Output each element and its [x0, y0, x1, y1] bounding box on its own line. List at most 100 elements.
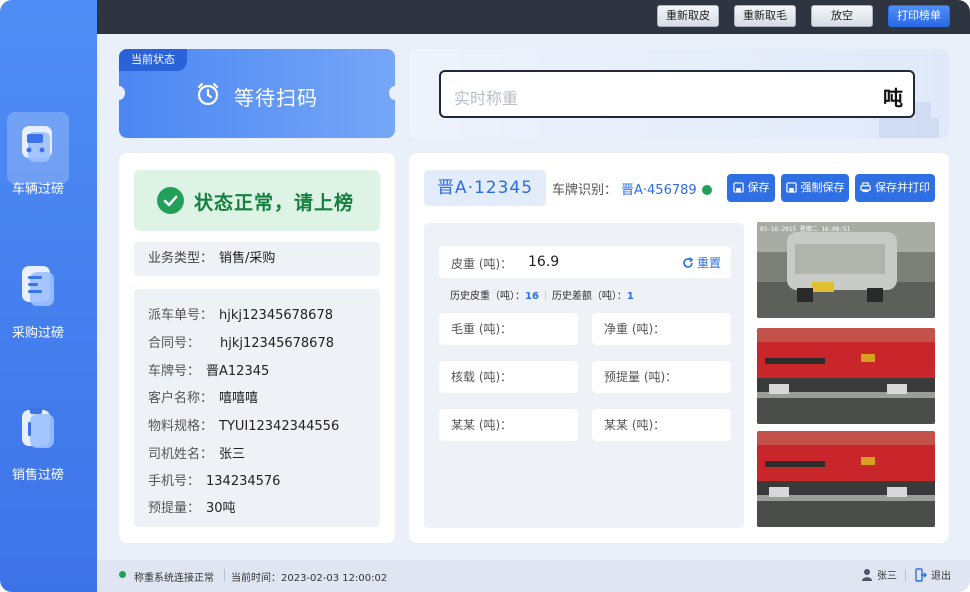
document-icon — [22, 266, 54, 306]
order-info-panel: 状态正常，请上榜 业务类型： 销售/采购 派车单号： hjkj12345678678… — [119, 153, 395, 543]
info-label: 车牌号： — [148, 364, 201, 379]
history-tare-label: 历史皮重（吨）： — [450, 291, 525, 302]
info-label: 司机姓名： — [148, 447, 214, 462]
retake-tare-button[interactable]: 重新取皮 — [657, 5, 719, 27]
print-ticket-button[interactable]: 打印榜单 — [888, 5, 950, 27]
connection-status-text: 称重系统连接正常 — [134, 573, 214, 584]
divider — [224, 569, 225, 581]
divider — [905, 569, 906, 581]
custom-field-2[interactable]: 某某 (吨)： — [592, 409, 731, 441]
logout-button[interactable]: 退出 — [915, 567, 951, 582]
history-diff-label: 历史差额（吨）： — [551, 291, 627, 302]
check-circle-icon — [157, 187, 184, 214]
info-label: 合同号： — [148, 336, 201, 351]
info-label: 派车单号： — [148, 308, 214, 323]
info-value: 张三 — [219, 447, 246, 462]
reset-label: 重置 — [696, 256, 721, 270]
camera-photo-2[interactable] — [757, 328, 935, 424]
info-row-material-spec: 物料规格： TYUI12342344556 — [148, 415, 339, 434]
reserved-amount-field[interactable]: 预提量 (吨)： — [592, 361, 731, 393]
photo-timestamp: 03-16-2015 星期二 16:08:51 — [760, 225, 851, 233]
realtime-weight-card: 实时称重 吨 — [409, 49, 949, 138]
weighing-panel: 晋A·12345 车牌识别： 晋A·456789 保存 强制保存 保存并打印 皮重… — [409, 153, 949, 543]
sidebar-item-vehicle-weighing[interactable]: 车辆过磅 — [0, 112, 97, 222]
info-row-reserved-amount: 预提量： 30吨 — [148, 497, 236, 516]
sidebar-item-sales-weighing[interactable]: 销售过磅 — [0, 404, 97, 514]
info-label: 预提量： — [148, 501, 201, 516]
user-icon — [862, 569, 872, 581]
red-truck-photo — [757, 328, 935, 424]
sidebar-item-label: 车辆过磅 — [11, 182, 64, 197]
retake-gross-button[interactable]: 重新取毛 — [734, 5, 796, 27]
history-row: 历史皮重（吨）：16 历史差额（吨）：1 — [450, 287, 634, 302]
tare-weight-value: 16.9 — [528, 254, 560, 270]
business-type-value: 销售/采购 — [219, 251, 276, 266]
current-time-label: 当前时间： — [231, 573, 281, 584]
logout-icon — [915, 568, 927, 582]
camera-photo-3[interactable] — [757, 431, 935, 527]
history-tare-value: 16 — [525, 291, 539, 302]
business-type-row: 业务类型： 销售/采购 — [134, 242, 380, 276]
status-tag: 当前状态 — [119, 49, 187, 71]
current-user-name: 张三 — [877, 571, 897, 582]
realtime-weight-display: 实时称重 吨 — [439, 70, 915, 118]
status-bar: 称重系统连接正常 当前时间：2023-02-03 12:00:02 张三 退出 — [97, 560, 970, 592]
info-value: hjkj12345678678 — [220, 336, 334, 351]
current-time: 当前时间：2023-02-03 12:00:02 — [231, 569, 387, 584]
force-save-button-label: 强制保存 — [800, 181, 845, 194]
plate-recognition: 车牌识别： 晋A·456789 — [552, 179, 712, 198]
info-label: 物料规格： — [148, 419, 214, 434]
info-value: TYUI12342344556 — [219, 419, 340, 434]
history-diff-value: 1 — [626, 291, 634, 302]
sidebar-item-purchase-weighing[interactable]: 采购过磅 — [0, 260, 97, 370]
logout-label: 退出 — [931, 571, 951, 582]
status-ok-banner: 状态正常，请上榜 — [134, 170, 380, 231]
current-time-value: 2023-02-03 12:00:02 — [281, 573, 388, 584]
save-and-print-button[interactable]: 保存并打印 — [855, 174, 935, 202]
info-row-driver-name: 司机姓名： 张三 — [148, 443, 245, 462]
force-save-button[interactable]: 强制保存 — [781, 174, 849, 202]
current-user[interactable]: 张三 — [861, 567, 897, 582]
info-value: 嘻嘻嘻 — [219, 391, 259, 406]
info-label: 手机号： — [148, 474, 201, 489]
info-value: 134234576 — [206, 474, 281, 489]
divider — [544, 291, 546, 300]
printer-icon — [860, 182, 871, 193]
info-row-contract-no: 合同号： hjkj12345678678 — [148, 332, 334, 351]
info-row-plate-no: 车牌号： 晋A12345 — [148, 360, 269, 379]
info-value: 30吨 — [206, 501, 236, 516]
save-and-print-button-label: 保存并打印 — [875, 181, 930, 194]
card-notch-left — [119, 86, 125, 100]
rated-load-field[interactable]: 核载 (吨)： — [439, 361, 578, 393]
top-toolbar: 重新取皮 重新取毛 放空 打印榜单 — [97, 0, 970, 34]
net-weight-field[interactable]: 净重 (吨)： — [592, 313, 731, 345]
empty-load-button[interactable]: 放空 — [811, 5, 873, 27]
refresh-icon — [683, 257, 694, 268]
truck-icon — [22, 126, 52, 162]
info-row-dispatch-no: 派车单号： hjkj12345678678 — [148, 304, 333, 323]
plate-number: 晋A·12345 — [424, 170, 546, 206]
current-status-card: 当前状态 等待扫码 — [119, 49, 395, 138]
save-button[interactable]: 保存 — [727, 174, 775, 202]
save-icon — [732, 182, 744, 193]
app-window: 车辆过磅 采购过磅 销售过磅 重新取皮 重新取毛 放空 打印榜单 当前状态 等待… — [0, 0, 970, 592]
card-notch-right — [389, 86, 395, 100]
tare-weight-label: 皮重 (吨)： — [451, 257, 513, 271]
camera-photo-1[interactable]: 03-16-2015 星期二 16:08:51 — [757, 222, 935, 318]
alarm-clock-icon — [197, 82, 219, 106]
info-value: hjkj12345678678 — [219, 308, 333, 323]
save-button-label: 保存 — [747, 181, 770, 194]
check-icon — [701, 185, 712, 195]
save-icon — [785, 182, 797, 193]
weight-placeholder: 实时称重 — [454, 89, 519, 108]
tanker-truck-photo: 03-16-2015 星期二 16:08:51 — [757, 222, 935, 318]
gross-weight-field[interactable]: 毛重 (吨)： — [439, 313, 578, 345]
info-label: 客户名称： — [148, 391, 214, 406]
business-type-label: 业务类型： — [148, 251, 214, 266]
red-truck-photo — [757, 431, 935, 527]
plate-recognition-label: 车牌识别： — [552, 183, 618, 198]
custom-field-1[interactable]: 某某 (吨)： — [439, 409, 578, 441]
info-value: 晋A12345 — [206, 364, 270, 379]
reset-button[interactable]: 重置 — [682, 254, 721, 271]
tare-weight-field[interactable]: 皮重 (吨)： 16.9 重置 — [439, 246, 731, 278]
